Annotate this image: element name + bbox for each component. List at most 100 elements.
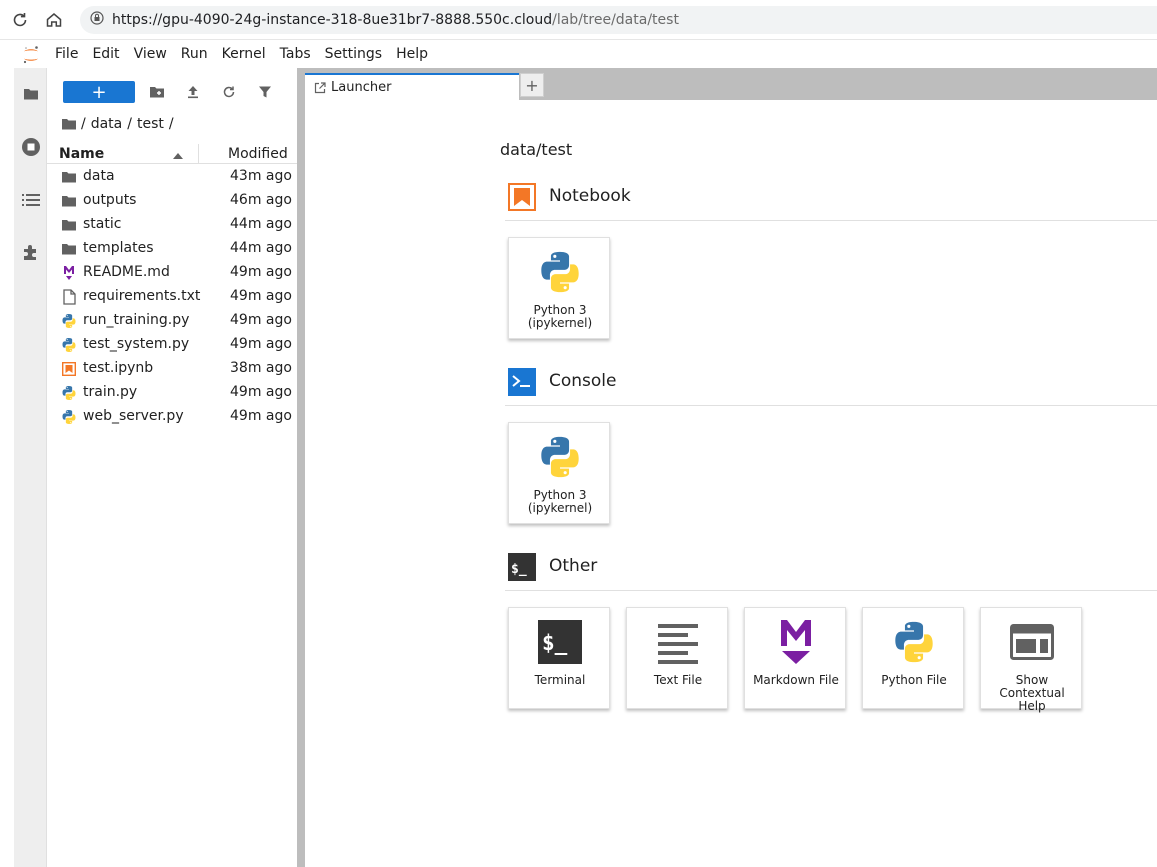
file-row-train[interactable]: train.py 49m ago xyxy=(47,381,297,405)
python-icon xyxy=(61,385,77,401)
file-name: outputs xyxy=(83,192,137,208)
card-terminal[interactable]: $_ Terminal xyxy=(508,607,610,709)
markdown-icon xyxy=(61,265,77,281)
section-divider xyxy=(505,405,1157,406)
folder-icon xyxy=(61,169,77,185)
card-label: Show Contextual Help xyxy=(999,673,1065,713)
card-text-file[interactable]: Text File xyxy=(626,607,728,709)
text-file-icon xyxy=(652,616,704,668)
python-icon xyxy=(534,246,586,298)
menu-file[interactable]: File xyxy=(48,41,85,68)
file-row-readme[interactable]: README.md 49m ago xyxy=(47,261,297,285)
notebook-icon xyxy=(61,361,77,377)
section-title: Other xyxy=(549,556,598,576)
breadcrumb-test[interactable]: test xyxy=(137,116,164,132)
card-notebook-python3[interactable]: Python 3 (ipykernel) xyxy=(508,237,610,339)
file-name: train.py xyxy=(83,384,138,400)
new-folder-icon[interactable] xyxy=(147,82,167,102)
reload-icon[interactable] xyxy=(8,8,32,32)
card-label: Python File xyxy=(881,673,947,687)
python-icon xyxy=(61,409,77,425)
activity-bar xyxy=(14,68,47,867)
file-list-header: Name Modified xyxy=(47,144,297,164)
section-divider xyxy=(505,220,1157,221)
panel-splitter[interactable] xyxy=(297,68,305,867)
folder-icon xyxy=(61,193,77,209)
file-modified: 46m ago xyxy=(230,192,292,208)
file-row-web-server[interactable]: web_server.py 49m ago xyxy=(47,405,297,429)
browser-toolbar: https://gpu-4090-24g-instance-318-8ue31b… xyxy=(0,0,1157,40)
file-row-run-training[interactable]: run_training.py 49m ago xyxy=(47,309,297,333)
markdown-icon xyxy=(770,616,822,668)
lock-icon xyxy=(90,11,104,29)
file-modified: 49m ago xyxy=(230,408,292,424)
tab-label: Launcher xyxy=(331,80,392,95)
section-other: $_ Other xyxy=(508,553,1157,583)
file-modified: 44m ago xyxy=(230,240,292,256)
terminal-icon: $_ xyxy=(508,553,536,581)
name-column-header[interactable]: Name xyxy=(59,146,104,162)
home-icon[interactable] xyxy=(42,8,66,32)
folder-icon[interactable] xyxy=(20,83,42,105)
file-row-templates[interactable]: templates 44m ago xyxy=(47,237,297,261)
file-modified: 43m ago xyxy=(230,168,292,184)
card-python-file[interactable]: Python File xyxy=(862,607,964,709)
file-modified: 49m ago xyxy=(230,384,292,400)
text-file-icon xyxy=(61,289,77,305)
breadcrumb-separator: / xyxy=(127,116,132,132)
card-contextual-help[interactable]: Show Contextual Help xyxy=(980,607,1082,713)
file-row-data[interactable]: data 43m ago xyxy=(47,165,297,189)
menu-run[interactable]: Run xyxy=(174,41,215,68)
file-name: data xyxy=(83,168,115,184)
file-row-outputs[interactable]: outputs 46m ago xyxy=(47,189,297,213)
menu-bar: File Edit View Run Kernel Tabs Settings … xyxy=(14,41,1157,68)
url-host: https://gpu-4090-24g-instance-318-8ue31b… xyxy=(112,12,553,28)
section-notebook: Notebook xyxy=(508,183,1157,213)
menu-tabs[interactable]: Tabs xyxy=(273,41,318,68)
menu-settings[interactable]: Settings xyxy=(318,41,389,68)
card-console-python3[interactable]: Python 3 (ipykernel) xyxy=(508,422,610,524)
file-row-requirements[interactable]: requirements.txt 49m ago xyxy=(47,285,297,309)
file-name: README.md xyxy=(83,264,170,280)
file-row-static[interactable]: static 44m ago xyxy=(47,213,297,237)
folder-icon[interactable] xyxy=(61,116,77,132)
menu-kernel[interactable]: Kernel xyxy=(215,41,273,68)
modified-column-header[interactable]: Modified xyxy=(228,146,288,162)
file-row-test-system[interactable]: test_system.py 49m ago xyxy=(47,333,297,357)
breadcrumb-data[interactable]: data xyxy=(91,116,123,132)
python-icon xyxy=(61,337,77,353)
section-title: Console xyxy=(549,371,617,391)
new-launcher-button[interactable]: + xyxy=(63,81,135,103)
file-modified: 44m ago xyxy=(230,216,292,232)
upload-icon[interactable] xyxy=(183,82,203,102)
file-modified: 49m ago xyxy=(230,264,292,280)
add-tab-button[interactable]: + xyxy=(520,73,544,97)
sort-ascending-icon[interactable] xyxy=(173,148,183,164)
section-title: Notebook xyxy=(549,186,631,206)
filter-icon[interactable] xyxy=(255,82,275,102)
tab-bar: Launcher + xyxy=(305,68,1157,100)
file-name: test_system.py xyxy=(83,336,190,352)
url-path: /lab/tree/data/test xyxy=(552,12,679,28)
menu-help[interactable]: Help xyxy=(389,41,435,68)
file-name: run_training.py xyxy=(83,312,190,328)
python-icon xyxy=(888,616,940,668)
table-of-contents-icon[interactable] xyxy=(20,189,42,211)
extensions-icon[interactable] xyxy=(20,241,42,263)
file-name: static xyxy=(83,216,122,232)
menu-edit[interactable]: Edit xyxy=(85,41,126,68)
main-area: Launcher + data/test Notebook Python 3 (… xyxy=(305,68,1157,867)
card-label: Python 3 (ipykernel) xyxy=(527,303,593,330)
menu-view[interactable]: View xyxy=(127,41,174,68)
column-divider[interactable] xyxy=(198,144,199,164)
refresh-icon[interactable] xyxy=(219,82,239,102)
address-bar[interactable]: https://gpu-4090-24g-instance-318-8ue31b… xyxy=(80,6,1157,34)
file-name: requirements.txt xyxy=(83,288,201,304)
card-markdown-file[interactable]: Markdown File xyxy=(744,607,846,709)
section-console: Console xyxy=(508,368,1157,398)
file-row-test-notebook[interactable]: test.ipynb 38m ago xyxy=(47,357,297,381)
running-kernels-icon[interactable] xyxy=(20,136,42,158)
tab-launcher[interactable]: Launcher xyxy=(305,73,519,100)
card-label: Terminal xyxy=(534,673,586,687)
breadcrumb-root[interactable]: / xyxy=(81,116,86,132)
